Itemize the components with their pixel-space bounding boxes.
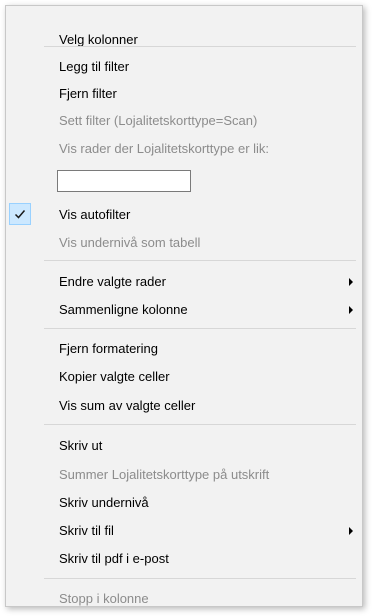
menu-item-label: Stopp i kolonne — [59, 591, 149, 606]
menu-separator — [44, 260, 356, 261]
checkmark-icon — [14, 210, 26, 219]
menu-separator — [44, 46, 356, 47]
menu-item-show-rows-where: Vis rader der Lojalitetskorttype er lik: — [8, 136, 360, 162]
menu-item-add-filter[interactable]: Legg til filter — [8, 54, 360, 80]
menu-item-label: Fjern formatering — [59, 341, 158, 356]
menu-item-show-autofilter[interactable]: Vis autofilter — [8, 202, 360, 228]
chevron-right-icon — [349, 306, 353, 314]
menu-item-label: Vis autofilter — [59, 207, 131, 222]
menu-item-label: Vis sum av valgte celler — [59, 398, 196, 413]
menu-item-remove-formatting[interactable]: Fjern formatering — [8, 336, 360, 362]
menu-item-label: Vis undernivå som tabell — [59, 235, 201, 250]
menu-item-label: Legg til filter — [59, 59, 130, 74]
menu-separator — [44, 328, 356, 329]
checked-indicator — [9, 203, 31, 225]
menu-item-set-filter: Sett filter (Lojalitetskorttype=Scan) — [8, 108, 360, 134]
menu-item-label: Endre valgte rader — [59, 274, 166, 289]
menu-item-print-to-file[interactable]: Skriv til fil — [8, 518, 360, 544]
menu-item-label: Fjern filter — [59, 86, 117, 101]
menu-item-print[interactable]: Skriv ut — [8, 433, 360, 459]
menu-item-choose-columns[interactable]: Velg kolonner — [8, 27, 360, 53]
menu-item-label: Summer Lojalitetskorttype på utskrift — [59, 467, 270, 482]
menu-item-compare-column[interactable]: Sammenligne kolonne — [8, 297, 360, 323]
menu-item-copy-selected-cells[interactable]: Kopier valgte celler — [8, 364, 360, 390]
menu-item-show-sum-selected[interactable]: Vis sum av valgte celler — [8, 393, 360, 419]
menu-item-print-sublevel[interactable]: Skriv undernivå — [8, 490, 360, 516]
menu-item-label: Skriv til pdf i e-post — [59, 551, 169, 566]
context-menu: Velg kolonner Legg til filter Fjern filt… — [5, 5, 363, 607]
chevron-right-icon — [349, 278, 353, 286]
menu-separator — [44, 578, 356, 579]
menu-item-print-pdf-email[interactable]: Skriv til pdf i e-post — [8, 546, 360, 572]
menu-item-label: Skriv undernivå — [59, 495, 149, 510]
menu-item-change-selected-rows[interactable]: Endre valgte rader — [8, 269, 360, 295]
menu-item-label: Kopier valgte celler — [59, 369, 170, 384]
menu-item-remove-filter[interactable]: Fjern filter — [8, 81, 360, 107]
menu-item-label: Sett filter (Lojalitetskorttype=Scan) — [59, 113, 258, 128]
menu-item-sum-on-printout: Summer Lojalitetskorttype på utskrift — [8, 462, 360, 488]
menu-item-label: Sammenligne kolonne — [59, 302, 188, 317]
menu-item-label: Skriv til fil — [59, 523, 114, 538]
filter-value-input[interactable] — [57, 170, 191, 192]
menu-separator — [44, 424, 356, 425]
menu-item-label: Skriv ut — [59, 438, 103, 453]
menu-item-show-sublevel-table: Vis undernivå som tabell — [8, 230, 360, 256]
chevron-right-icon — [349, 527, 353, 535]
menu-item-stop-in-column: Stopp i kolonne — [8, 586, 360, 612]
menu-item-label: Vis rader der Lojalitetskorttype er lik: — [59, 141, 270, 156]
